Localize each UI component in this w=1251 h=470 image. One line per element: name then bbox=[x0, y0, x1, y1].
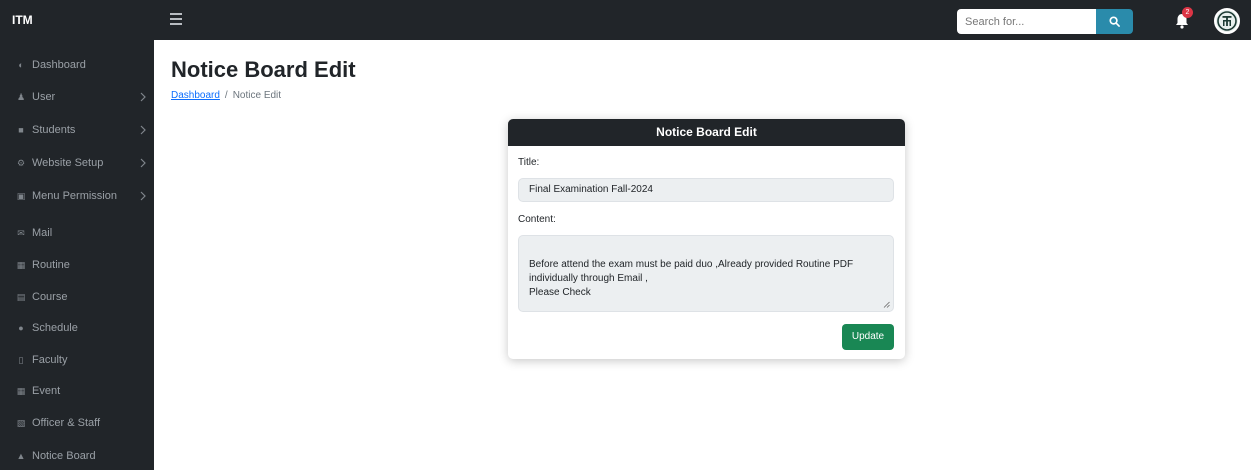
notification-badge: 2 bbox=[1182, 7, 1193, 18]
sidebar-item-faculty[interactable]: ▯ Faculty bbox=[0, 344, 154, 376]
sidebar-item-label: Course bbox=[32, 291, 68, 303]
chevron-right-icon bbox=[140, 191, 146, 201]
student-icon: ■ bbox=[18, 125, 24, 135]
id-card-icon: ▧ bbox=[16, 418, 26, 428]
sidebar-item-menu-permission[interactable]: ▣ Menu Permission bbox=[0, 180, 154, 212]
institution-logo-icon bbox=[1217, 11, 1237, 31]
user-avatar[interactable] bbox=[1214, 8, 1240, 34]
sidebar-item-officer-staff[interactable]: ▧ Officer & Staff bbox=[0, 407, 154, 439]
brand-logo[interactable]: ITM bbox=[12, 0, 33, 40]
sidebar-item-routine[interactable]: ▦ Routine bbox=[0, 249, 154, 281]
search-button[interactable] bbox=[1096, 9, 1133, 34]
gears-icon: ⚙ bbox=[16, 158, 26, 168]
top-navbar: ITM 2 bbox=[0, 0, 1251, 40]
sidebar-item-notice-board[interactable]: ▲ Notice Board bbox=[0, 440, 154, 470]
resize-handle-icon[interactable] bbox=[883, 301, 890, 308]
bell-icon: ▲ bbox=[16, 451, 26, 461]
sidebar-item-user[interactable]: ♟ User bbox=[0, 81, 154, 113]
sidebar-item-dashboard[interactable]: ◐ Dashboard bbox=[0, 49, 154, 81]
book-icon: ▤ bbox=[16, 292, 26, 302]
sidebar-toggle-icon[interactable] bbox=[170, 13, 182, 27]
lock-icon: ▣ bbox=[16, 191, 26, 201]
title-input[interactable]: Final Examination Fall-2024 bbox=[518, 178, 894, 202]
search-input[interactable] bbox=[957, 9, 1096, 34]
users-icon: ♟ bbox=[16, 92, 26, 102]
sidebar-item-label: Notice Board bbox=[32, 450, 96, 462]
breadcrumb-current: Notice Edit bbox=[232, 90, 282, 101]
search-form bbox=[957, 9, 1133, 34]
sidebar-item-label: User bbox=[32, 91, 56, 103]
title-label: Title: bbox=[518, 157, 540, 168]
chevron-right-icon bbox=[140, 125, 146, 135]
sidebar-item-course[interactable]: ▤ Course bbox=[0, 281, 154, 313]
sidebar-item-label: Faculty bbox=[32, 354, 68, 366]
sidebar-item-schedule[interactable]: ● Schedule bbox=[0, 312, 154, 344]
chevron-right-icon bbox=[140, 92, 146, 102]
sidebar-item-label: Students bbox=[32, 124, 76, 136]
envelope-icon: ✉ bbox=[17, 228, 25, 238]
sidebar-item-mail[interactable]: ✉ Mail bbox=[0, 217, 154, 249]
sidebar-item-label: Menu Permission bbox=[32, 190, 117, 202]
calendar-icon: ▦ bbox=[16, 260, 26, 270]
sidebar-item-label: Officer & Staff bbox=[32, 417, 101, 429]
search-icon bbox=[1109, 16, 1120, 27]
sidebar: ◐ Dashboard ♟ User ■ Students ⚙ Website … bbox=[0, 40, 154, 470]
content-text: Before attend the exam must be paid duo … bbox=[529, 259, 854, 298]
chevron-right-icon bbox=[140, 158, 146, 168]
sidebar-item-label: Routine bbox=[32, 259, 70, 271]
event-calendar-icon: ▦ bbox=[16, 386, 26, 396]
update-button[interactable]: Update bbox=[842, 324, 894, 350]
sidebar-item-students[interactable]: ■ Students bbox=[0, 114, 154, 146]
dashboard-icon: ◐ bbox=[18, 60, 24, 70]
content-textarea[interactable]: Before attend the exam must be paid duo … bbox=[518, 235, 894, 312]
clock-icon: ● bbox=[18, 323, 24, 333]
sidebar-item-label: Dashboard bbox=[32, 59, 86, 71]
sidebar-item-label: Website Setup bbox=[32, 157, 104, 169]
breadcrumb-separator: / bbox=[224, 90, 228, 101]
sidebar-item-event[interactable]: ▦ Event bbox=[0, 375, 154, 407]
content-label: Content: bbox=[518, 214, 556, 225]
breadcrumb-dashboard-link[interactable]: Dashboard bbox=[171, 90, 220, 101]
sidebar-item-label: Schedule bbox=[32, 322, 78, 334]
page-title: Notice Board Edit bbox=[171, 57, 356, 82]
card-header: Notice Board Edit bbox=[508, 119, 905, 146]
chalkboard-icon: ▯ bbox=[18, 355, 24, 365]
breadcrumb: Dashboard / Notice Edit bbox=[171, 90, 281, 101]
sidebar-item-website-setup[interactable]: ⚙ Website Setup bbox=[0, 147, 154, 179]
sidebar-item-label: Mail bbox=[32, 227, 53, 239]
sidebar-item-label: Event bbox=[32, 385, 61, 397]
notice-edit-card: Notice Board Edit Title: Final Examinati… bbox=[508, 119, 905, 359]
